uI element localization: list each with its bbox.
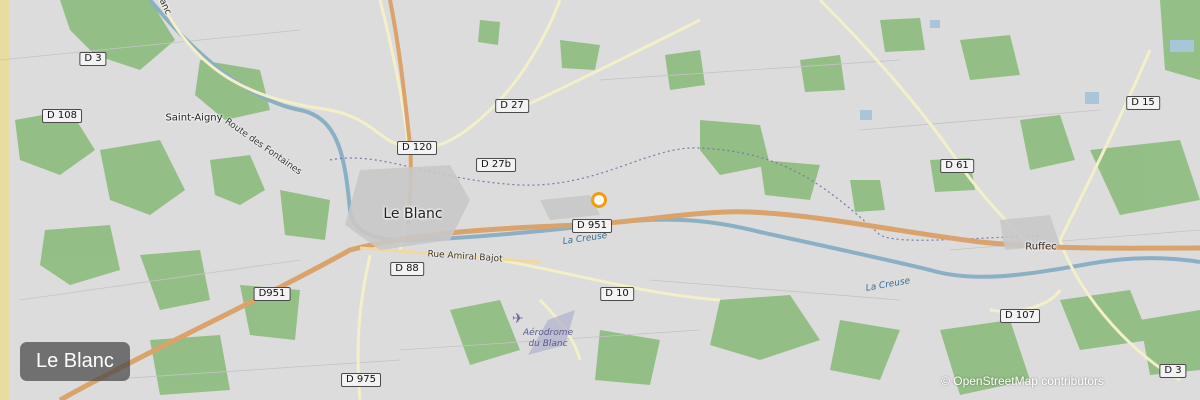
road-shield-d88: D 88 — [390, 262, 424, 276]
road-shield-d107: D 107 — [1000, 309, 1040, 323]
map-title: Le Blanc — [20, 342, 130, 381]
road-shield-d15: D 15 — [1126, 96, 1160, 110]
road-shield-d120: D 120 — [397, 141, 437, 155]
road-shield-d3: D 3 — [79, 52, 107, 66]
aerodrome-label: Aérodrome du Blanc — [523, 328, 573, 350]
road-shield-d975: D 975 — [341, 373, 381, 387]
aerodrome-label-line2: du Blanc — [528, 339, 568, 349]
aerodrome-label-line1: Aérodrome — [522, 328, 574, 338]
road-shield-d27: D 27 — [495, 99, 529, 113]
road-shield-d108: D 108 — [42, 109, 82, 123]
location-marker-icon[interactable] — [591, 192, 607, 208]
road-shield-d27b: D 27b — [476, 158, 516, 172]
road-shield-d61: D 61 — [940, 159, 974, 173]
road-shield-d3-south: D 3 — [1159, 364, 1187, 378]
place-label-saint-aigny: Saint-Aigny — [165, 112, 223, 124]
road-shield-d951-west: D951 — [253, 287, 291, 301]
airport-icon: ✈ — [512, 311, 524, 327]
place-label-ruffec: Ruffec — [1025, 241, 1057, 253]
place-label-le-blanc: Le Blanc — [383, 206, 443, 222]
road-shield-d10: D 10 — [600, 287, 634, 301]
map-attribution[interactable]: © OpenStreetMap contributors — [941, 374, 1104, 388]
map-view[interactable]: Le Blanc Saint-Aigny Ruffec Blanc D 3 D … — [0, 0, 1200, 400]
